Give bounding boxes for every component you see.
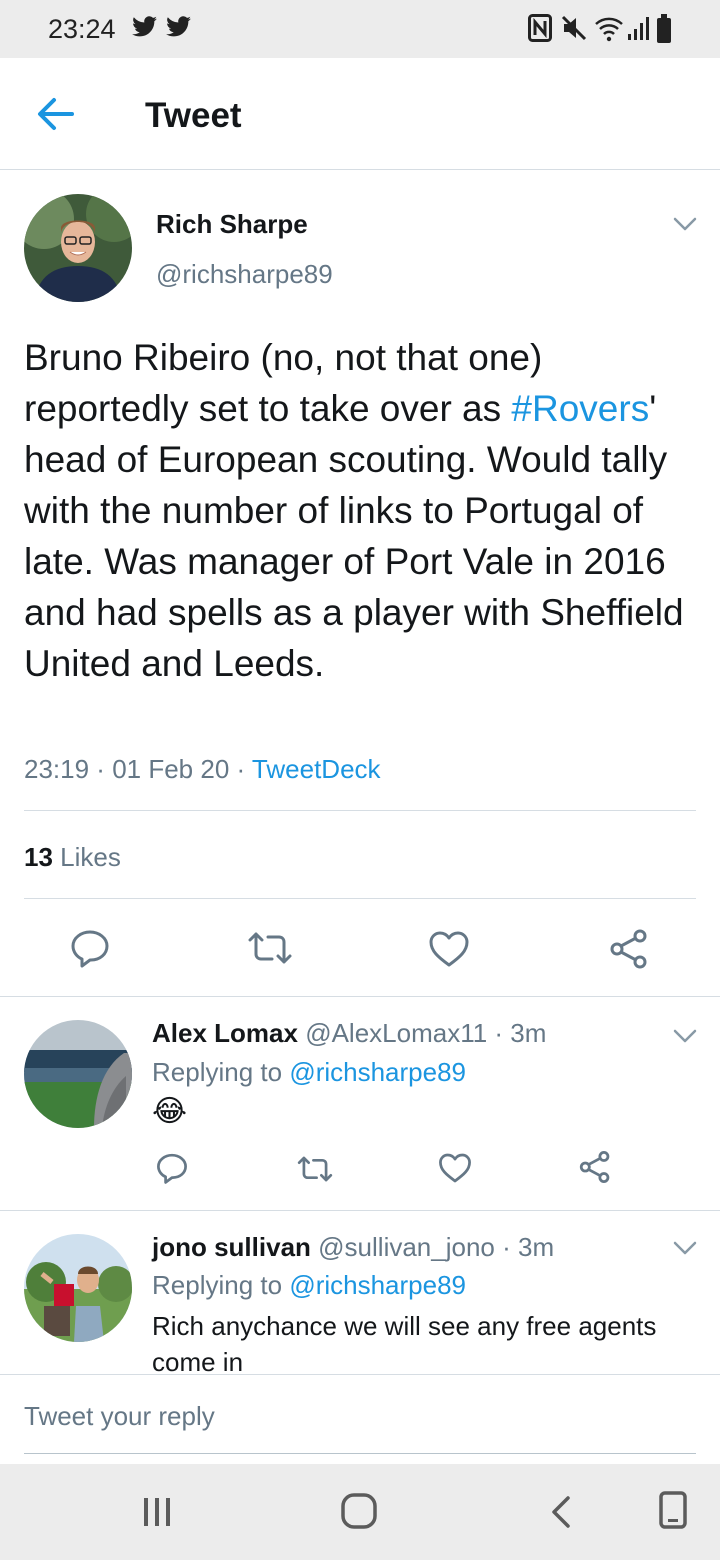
signal-icon [628,17,649,40]
tweet-text-part: Bruno Ribeiro (no, not that one) reporte… [24,337,543,429]
back-icon[interactable] [548,1494,574,1530]
reply-separator: · [494,1232,518,1262]
retweet-icon[interactable] [246,930,294,966]
reply-input[interactable]: Tweet your reply [24,1401,696,1441]
header: Tweet [0,58,720,170]
chevron-down-icon[interactable] [672,216,698,232]
like-icon[interactable] [428,930,470,968]
recent-apps-icon[interactable] [140,1494,174,1530]
tweet-meta: 23:19 · 01 Feb 20 · TweetDeck [24,754,381,785]
meta-separator: · [89,754,113,784]
twitter-bird-icon [132,16,157,37]
tweet-source-link[interactable]: TweetDeck [252,754,381,784]
divider [0,1210,720,1211]
tweet-date: 01 Feb 20 [112,754,230,784]
input-underline [24,1453,696,1454]
reply-text: Rich anychance we will see any free agen… [152,1311,657,1374]
author-handle[interactable]: @richsharpe89 [156,259,333,290]
mute-icon [561,15,587,41]
replying-prefix: Replying to [152,1057,290,1087]
reply-composer: Tweet your reply [0,1374,720,1464]
divider [24,898,696,899]
reply-avatar[interactable] [24,1234,132,1342]
reply-text: 😂 [152,1095,188,1128]
retweet-icon[interactable] [296,1154,334,1184]
replying-to: Replying to @richsharpe89 [152,1270,466,1301]
likes-number: 13 [24,842,53,872]
chevron-down-icon[interactable] [672,1240,698,1256]
share-icon[interactable] [578,1150,612,1184]
hashtag-link[interactable]: #Rovers [511,388,649,429]
screen-rotate-icon[interactable] [656,1490,690,1530]
tweet-text-part: ' head of European scouting. Would tally… [24,388,684,684]
tweet-text: Bruno Ribeiro (no, not that one) reporte… [24,332,704,689]
wifi-icon [595,17,623,42]
author-name[interactable]: Rich Sharpe [156,209,308,240]
mention-link[interactable]: @richsharpe89 [289,1270,466,1300]
replying-to: Replying to @richsharpe89 [152,1057,466,1088]
likes-label: Likes [60,842,121,872]
reply-separator: · [487,1018,511,1048]
reply-author-name[interactable]: Alex Lomax [152,1018,298,1048]
reply-avatar[interactable] [24,1020,132,1128]
status-bar: 23:24 [0,0,720,58]
nfc-icon [528,14,552,42]
chevron-down-icon[interactable] [672,1028,698,1044]
replying-prefix: Replying to [152,1270,290,1300]
reply-icon[interactable] [70,928,110,968]
tweet-time: 23:19 [24,754,90,784]
like-icon[interactable] [438,1152,472,1184]
meta-separator: · [229,754,252,784]
reply-author-name[interactable]: jono sullivan [152,1232,311,1262]
mention-link[interactable]: @richsharpe89 [289,1057,466,1087]
reply-time: 3m [510,1018,547,1048]
divider [24,810,696,811]
author-avatar[interactable] [24,194,132,302]
system-nav-bar [0,1464,720,1560]
home-icon[interactable] [340,1492,378,1530]
reply-author-handle[interactable]: @sullivan_jono [318,1232,495,1262]
reply-icon[interactable] [156,1152,188,1184]
divider [0,996,720,997]
back-arrow-icon[interactable] [34,94,78,134]
status-time: 23:24 [48,14,116,44]
share-icon[interactable] [608,928,650,970]
page-title: Tweet [145,96,242,135]
reply-author-handle[interactable]: @AlexLomax11 [305,1018,487,1048]
likes-count[interactable]: 13 Likes [24,842,121,873]
reply-header: Alex Lomax @AlexLomax11 · 3m [152,1018,546,1049]
reply-time: 3m [517,1232,555,1262]
reply-header: jono sullivan @sullivan_jono · 3m [152,1232,554,1263]
battery-icon [657,14,671,43]
twitter-bird-icon [166,16,191,37]
